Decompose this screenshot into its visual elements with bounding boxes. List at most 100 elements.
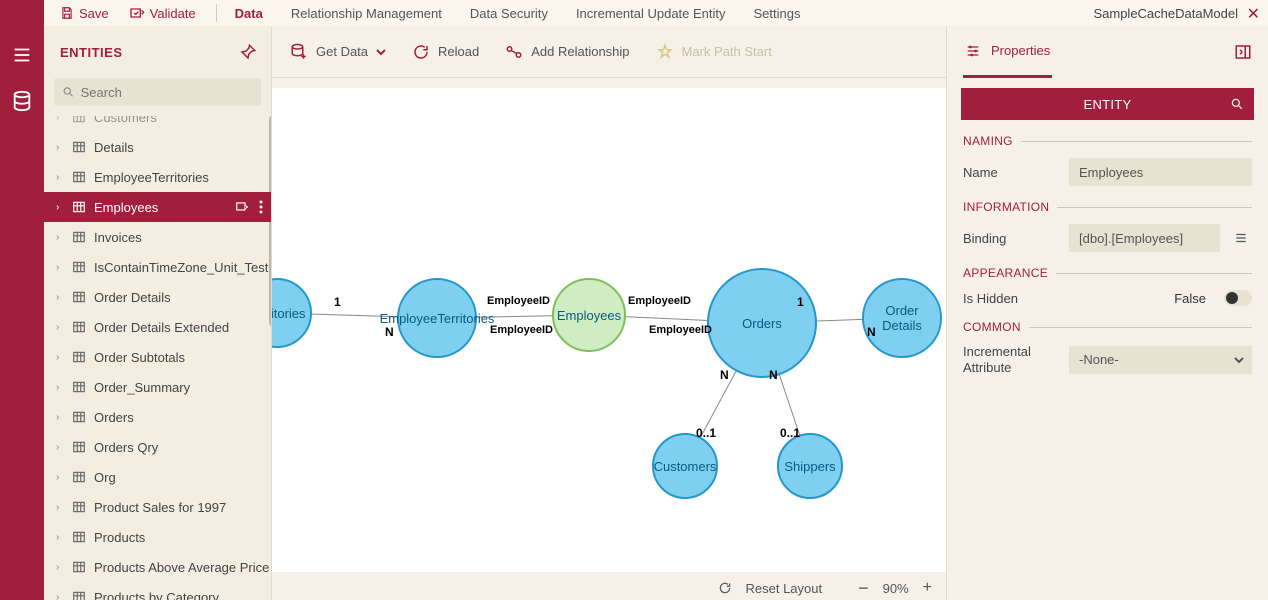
sidebar-search[interactable] (54, 78, 261, 106)
tree-item[interactable]: › Order Subtotals (44, 342, 271, 372)
binding-menu-icon[interactable] (1230, 224, 1252, 252)
tree-item[interactable]: › Customers (44, 116, 271, 132)
tree-item-label: Orders (94, 410, 134, 425)
tree-item[interactable]: › Orders (44, 402, 271, 432)
pin-icon[interactable] (239, 43, 257, 61)
add-relationship-button[interactable]: Add Relationship (505, 43, 629, 61)
tree-item[interactable]: › Order Details Extended (44, 312, 271, 342)
tree-item[interactable]: › Details (44, 132, 271, 162)
tree-item-label: Invoices (94, 230, 142, 245)
tree-item-label: EmployeeTerritories (94, 170, 209, 185)
edge-label: EmployeeID (487, 295, 550, 307)
tree-item-label: Products by Category (94, 590, 219, 600)
zoom-out-button[interactable]: − (858, 578, 869, 599)
zoom-in-button[interactable]: + (923, 579, 932, 597)
tree-item[interactable]: › Org (44, 462, 271, 492)
diagram-node[interactable]: Customers (652, 433, 718, 499)
tree-item-label: Details (94, 140, 134, 155)
tree-item-label: Customers (94, 116, 157, 125)
tree-item[interactable]: › Invoices (44, 222, 271, 252)
menu-icon[interactable] (11, 44, 33, 66)
diagram-node[interactable]: Shippers (777, 433, 843, 499)
reset-layout-icon[interactable] (718, 581, 732, 595)
cardinality-label: 0..1 (696, 426, 716, 440)
table-icon (72, 350, 86, 364)
diagram-node[interactable]: Order Details (862, 278, 942, 358)
table-icon (72, 200, 86, 214)
tree-item[interactable]: › Order Details (44, 282, 271, 312)
goto-icon[interactable] (235, 200, 249, 214)
reload-button[interactable]: Reload (412, 43, 479, 61)
validate-button[interactable]: Validate (129, 6, 196, 21)
tree-item[interactable]: › Orders Qry (44, 432, 271, 462)
canvas-area: Territories EmployeeTerritories Employees O… (272, 78, 946, 600)
reset-layout-label[interactable]: Reset Layout (746, 581, 823, 596)
get-data-button[interactable]: Get Data (290, 43, 386, 61)
tab-data[interactable]: Data (235, 6, 263, 21)
name-label: Name (963, 165, 1059, 180)
diagram-node[interactable]: Orders (707, 268, 817, 378)
incremental-value[interactable]: -None- (1069, 346, 1252, 374)
canvas-footer: Reset Layout − 90% + (272, 576, 946, 600)
tree-item[interactable]: › EmployeeTerritories (44, 162, 271, 192)
edge-label: EmployeeID (490, 324, 553, 336)
chevron-down-icon (376, 47, 386, 57)
cardinality-label: N (385, 325, 394, 339)
left-rail (0, 0, 44, 600)
table-icon (72, 140, 86, 154)
tab-incremental[interactable]: Incremental Update Entity (576, 6, 726, 21)
cardinality-label: N (867, 325, 876, 339)
diagram-node[interactable]: Territories (272, 278, 312, 348)
panel-collapse-icon[interactable] (1234, 43, 1252, 61)
sidebar-title: ENTITIES (60, 45, 123, 60)
more-icon[interactable] (259, 200, 263, 214)
section-naming: NAMING (963, 134, 1252, 148)
table-icon (72, 260, 86, 274)
table-icon (72, 116, 86, 124)
chevron-down-icon (1234, 355, 1244, 365)
table-icon (72, 230, 86, 244)
tree-item-label: Employees (94, 200, 158, 215)
close-icon[interactable]: ✕ (1247, 4, 1260, 24)
tree-item-label: Order_Summary (94, 380, 190, 395)
hidden-value: False (1103, 291, 1214, 306)
tree-item[interactable]: › IsContainTimeZone_Unit_Test (44, 252, 271, 282)
name-value[interactable]: Employees (1069, 158, 1252, 186)
table-icon (72, 440, 86, 454)
mark-path-button[interactable]: Mark Path Start (656, 43, 772, 61)
reload-label: Reload (438, 44, 479, 59)
tree-item[interactable]: › Products by Category (44, 582, 271, 600)
edge-label: EmployeeID (649, 324, 712, 336)
table-icon (72, 320, 86, 334)
section-info: INFORMATION (963, 200, 1252, 214)
tree-item[interactable]: › Order_Summary (44, 372, 271, 402)
hidden-toggle[interactable] (1224, 290, 1252, 306)
entity-selector[interactable]: ENTITY (961, 88, 1254, 120)
diagram-node[interactable]: EmployeeTerritories (397, 278, 477, 358)
tab-settings[interactable]: Settings (754, 6, 801, 21)
tree-item[interactable]: › Employees (44, 192, 271, 222)
tree-item[interactable]: › Products (44, 522, 271, 552)
model-title: SampleCacheDataModel (1093, 6, 1238, 21)
entity-search-icon[interactable] (1230, 97, 1244, 111)
properties-tab[interactable]: Properties (963, 26, 1052, 78)
cardinality-label: 1 (334, 295, 341, 309)
tree-item-label: Products Above Average Price (94, 560, 269, 575)
tree-item[interactable]: › Product Sales for 1997 (44, 492, 271, 522)
diagram-node[interactable]: Employees (552, 278, 626, 352)
table-icon (72, 590, 86, 600)
table-icon (72, 500, 86, 514)
tree-item[interactable]: › Products Above Average Price (44, 552, 271, 582)
cardinality-label: 0..1 (780, 426, 800, 440)
save-button[interactable]: Save (60, 6, 109, 21)
search-input[interactable] (81, 85, 253, 100)
tab-security[interactable]: Data Security (470, 6, 548, 21)
cardinality-label: N (769, 368, 778, 382)
database-icon[interactable] (11, 90, 33, 112)
tab-relationship[interactable]: Relationship Management (291, 6, 442, 21)
diagram-canvas[interactable]: Territories EmployeeTerritories Employees O… (272, 88, 946, 572)
mark-path-label: Mark Path Start (682, 44, 772, 59)
tree-item-label: Org (94, 470, 116, 485)
save-label: Save (79, 6, 109, 21)
incremental-label: Incremental Attribute (963, 344, 1059, 375)
